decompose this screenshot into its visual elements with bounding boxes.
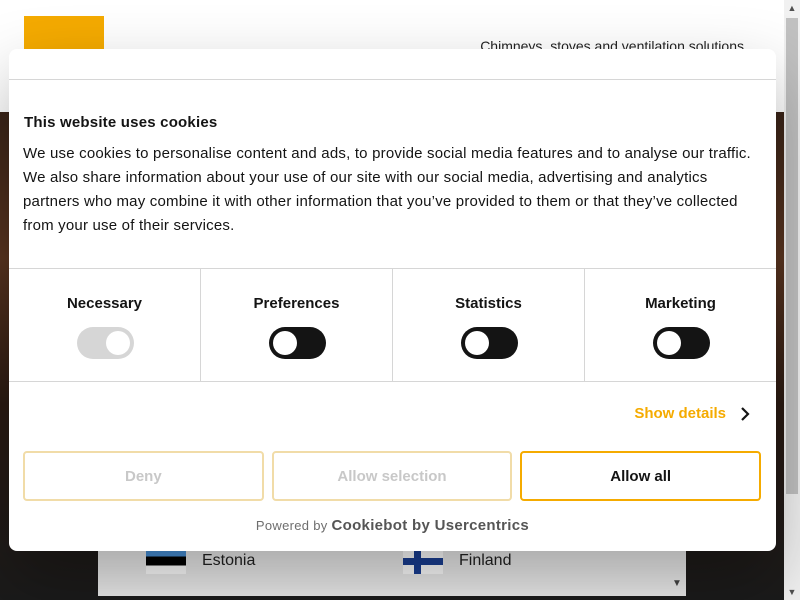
- chevron-right-icon: [741, 406, 750, 421]
- allow-all-button[interactable]: Allow all: [520, 451, 762, 501]
- category-label: Preferences: [253, 295, 340, 312]
- category-preferences: Preferences: [201, 269, 393, 381]
- scroll-down-icon[interactable]: ▼: [784, 584, 800, 600]
- toggle-knob: [105, 331, 130, 355]
- toggle-knob: [272, 331, 297, 355]
- allow-selection-button[interactable]: Allow selection: [271, 451, 513, 501]
- category-label: Statistics: [455, 295, 522, 312]
- category-marketing: Marketing: [585, 269, 776, 381]
- powered-by-prefix: Powered by: [255, 518, 328, 533]
- cookie-consent-dialog: This website uses cookies We use cookies…: [9, 49, 776, 551]
- consent-categories: Necessary Preferences Statistics Marketi…: [9, 268, 776, 382]
- toggle-knob: [656, 331, 681, 355]
- category-statistics: Statistics: [393, 269, 585, 381]
- page-scrollbar[interactable]: ▲ ▼: [784, 0, 800, 600]
- category-label: Necessary: [66, 295, 143, 312]
- show-details-label: Show details: [634, 405, 726, 422]
- show-details-link[interactable]: Show details: [634, 405, 750, 422]
- powered-by-brand[interactable]: Cookiebot by Usercentrics: [332, 517, 530, 534]
- divider: [9, 79, 776, 80]
- deny-button[interactable]: Deny: [23, 451, 264, 501]
- category-label: Marketing: [645, 295, 716, 312]
- statistics-toggle[interactable]: [460, 327, 518, 359]
- preferences-toggle[interactable]: [268, 327, 326, 359]
- consent-buttons: Deny Allow selection Allow all: [23, 451, 762, 501]
- dialog-title: This website uses cookies: [24, 114, 218, 131]
- scroll-up-icon[interactable]: ▲: [784, 0, 800, 16]
- toggle-knob: [464, 331, 489, 355]
- necessary-toggle[interactable]: [76, 327, 134, 359]
- marketing-toggle[interactable]: [652, 327, 710, 359]
- powered-by[interactable]: Powered by Cookiebot by Usercentrics: [9, 517, 776, 534]
- scrollbar-thumb[interactable]: [786, 18, 798, 494]
- dialog-description: We use cookies to personalise content an…: [23, 145, 751, 234]
- category-necessary: Necessary: [9, 269, 201, 381]
